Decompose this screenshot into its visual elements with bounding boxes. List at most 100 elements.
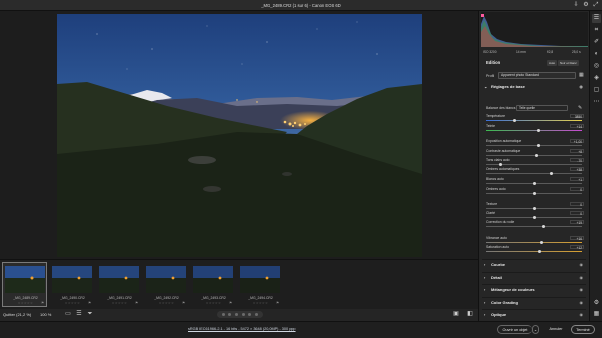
flag-icon[interactable]: ⚑ [41,301,44,305]
compare-view-icon[interactable]: ▣ [452,310,460,318]
slider-value-field[interactable]: +19 [570,219,584,224]
mask-icon[interactable]: ◐ [592,50,601,59]
save-icon[interactable]: ⇩ [573,2,579,8]
slider-handle[interactable] [542,224,546,228]
zoom-fit-dropdown[interactable]: Quitter (21,2 %) [3,312,31,317]
slider-handle[interactable] [532,181,536,185]
slider-handle[interactable] [535,153,539,157]
help-icon[interactable]: ▦ [592,310,601,319]
adjust-slider[interactable]: Blancs auto +1 [486,176,586,186]
visibility-icon[interactable]: ◉ [580,287,584,292]
slider-track[interactable] [486,130,582,131]
adjust-slider[interactable]: Teinte +14 [486,123,586,133]
section-header[interactable]: › Détail ◉ [482,271,586,281]
flag-icon[interactable]: ⚑ [135,301,138,305]
slider-value-field[interactable]: +14 [570,123,584,128]
rating-dot[interactable] [235,313,239,316]
slider-value-field[interactable]: 0 [570,201,584,206]
black-white-button[interactable]: Noir et blanc [558,60,579,66]
slider-value-field[interactable]: +1,00 [570,138,584,143]
gear-icon[interactable]: ⚙ [583,2,589,8]
slider-handle[interactable] [513,118,517,122]
filmstrip-thumbnail[interactable]: _MG_2493.CR2 ☆☆☆☆☆ ⚑ [190,262,235,307]
slider-handle[interactable] [498,162,502,166]
slider-value-field[interactable]: 3850 [570,113,584,118]
white-balance-select[interactable]: Telle quelle [516,105,568,111]
snapshots-icon[interactable]: ▢ [592,86,601,95]
rating-dot[interactable] [221,313,225,316]
visibility-icon[interactable]: ◉ [580,275,584,280]
filmstrip-thumbnail[interactable]: _MG_2491.CR2 ☆☆☆☆☆ ⚑ [96,262,141,307]
visibility-icon[interactable]: ◉ [580,300,584,305]
profile-select[interactable]: Apparent photo Standard [498,72,576,79]
slider-handle[interactable] [532,191,536,195]
section-header[interactable]: › Courbe ◉ [482,259,586,268]
eyedropper-icon[interactable]: ✎ [578,105,582,111]
basic-section-header[interactable]: ⌄ Réglages de base ◉ [482,84,586,91]
section-header[interactable]: › Color Grading ◉ [482,296,586,306]
flag-icon[interactable]: ⚑ [88,301,91,305]
slider-handle[interactable] [549,171,553,175]
zoom-level[interactable]: 100 % [40,312,51,317]
slider-track[interactable] [486,155,582,156]
crop-icon[interactable]: ⌗ [592,26,601,35]
slider-track[interactable] [486,242,582,243]
sort-icon[interactable]: ☰ [75,310,83,318]
expand-icon[interactable]: ⤢ [593,2,599,8]
slider-handle[interactable] [537,143,541,147]
slider-handle[interactable] [532,215,536,219]
slider-track[interactable] [486,145,582,146]
adjust-slider[interactable]: Exposition automatique +1,00 [486,138,586,148]
filmstrip-view-icon[interactable]: ▭ [64,310,72,318]
slider-handle[interactable] [538,249,542,253]
slider-track[interactable] [486,251,582,252]
slider-value-field[interactable]: +1 [570,176,584,181]
flag-icon[interactable]: ⚑ [182,301,185,305]
adjust-slider[interactable]: Ombres auto 0 [486,186,586,196]
image-canvas[interactable] [0,11,478,259]
filmstrip-thumbnail[interactable]: _MG_2494.CR2 ☆☆☆☆☆ ⚑ [237,262,282,307]
rating-dot[interactable] [248,313,252,316]
rating-dot[interactable] [228,313,232,316]
rating-dot[interactable] [255,313,259,316]
slider-value-field[interactable]: -70 [570,157,584,162]
visibility-icon[interactable]: ◉ [579,84,583,89]
open-object-button[interactable]: Ouvrir un objet [497,325,532,334]
workflow-options-link[interactable]: sRGB IEC61966-2.1 - 16 bits - 5472 × 364… [188,327,296,331]
edit-tool-icon[interactable]: ☰ [592,14,601,23]
more-tools-icon[interactable]: ⋯ [592,98,601,107]
slider-track[interactable] [486,120,582,121]
rating-dots[interactable] [217,311,263,318]
done-button[interactable]: Terminé [571,325,595,334]
filmstrip-thumbnail[interactable]: _MG_2492.CR2 ☆☆☆☆☆ ⚑ [143,262,188,307]
open-options-dropdown[interactable]: ⌄ [532,325,539,334]
slider-handle[interactable] [532,206,536,210]
auto-button[interactable]: Auto [547,60,558,66]
slider-value-field[interactable]: +16 [570,235,584,240]
visibility-icon[interactable]: ◉ [580,262,584,267]
filmstrip-thumbnail[interactable]: _MG_2489.CR2 ☆☆☆☆☆ ⚑ [2,262,47,307]
adjust-slider[interactable]: Température 3850 [486,113,586,123]
slider-track[interactable] [486,226,582,227]
flag-icon[interactable]: ⚑ [229,301,232,305]
slider-value-field[interactable]: 0 [570,210,584,215]
profile-browser-icon[interactable]: ▦ [579,73,584,78]
slider-value-field[interactable]: +38 [570,166,584,171]
healing-brush-icon[interactable]: ✐ [592,38,601,47]
adjust-slider[interactable]: Correction du voile +19 [486,219,586,229]
flag-icon[interactable]: ⚑ [276,301,279,305]
cancel-button[interactable]: Annuler [545,325,567,334]
filmstrip-thumbnail[interactable]: _MG_2490.CR2 ☆☆☆☆☆ ⚑ [49,262,94,307]
slider-handle[interactable] [537,128,541,132]
slider-value-field[interactable]: 0 [570,186,584,191]
adjust-slider[interactable]: Saturation auto +12 [486,244,586,254]
visibility-icon[interactable]: ◉ [580,312,584,317]
section-header[interactable]: › Optique ◉ [482,309,586,318]
presets-icon[interactable]: ◈ [592,74,601,83]
settings-icon[interactable]: ⚙ [592,299,601,308]
slider-track[interactable] [486,173,582,174]
adjust-slider[interactable]: Ombres automatiques +38 [486,166,586,176]
filter-icon[interactable]: ⏷ [86,310,94,318]
before-after-icon[interactable]: ◧ [466,310,474,318]
slider-value-field[interactable]: +8 [570,148,584,153]
